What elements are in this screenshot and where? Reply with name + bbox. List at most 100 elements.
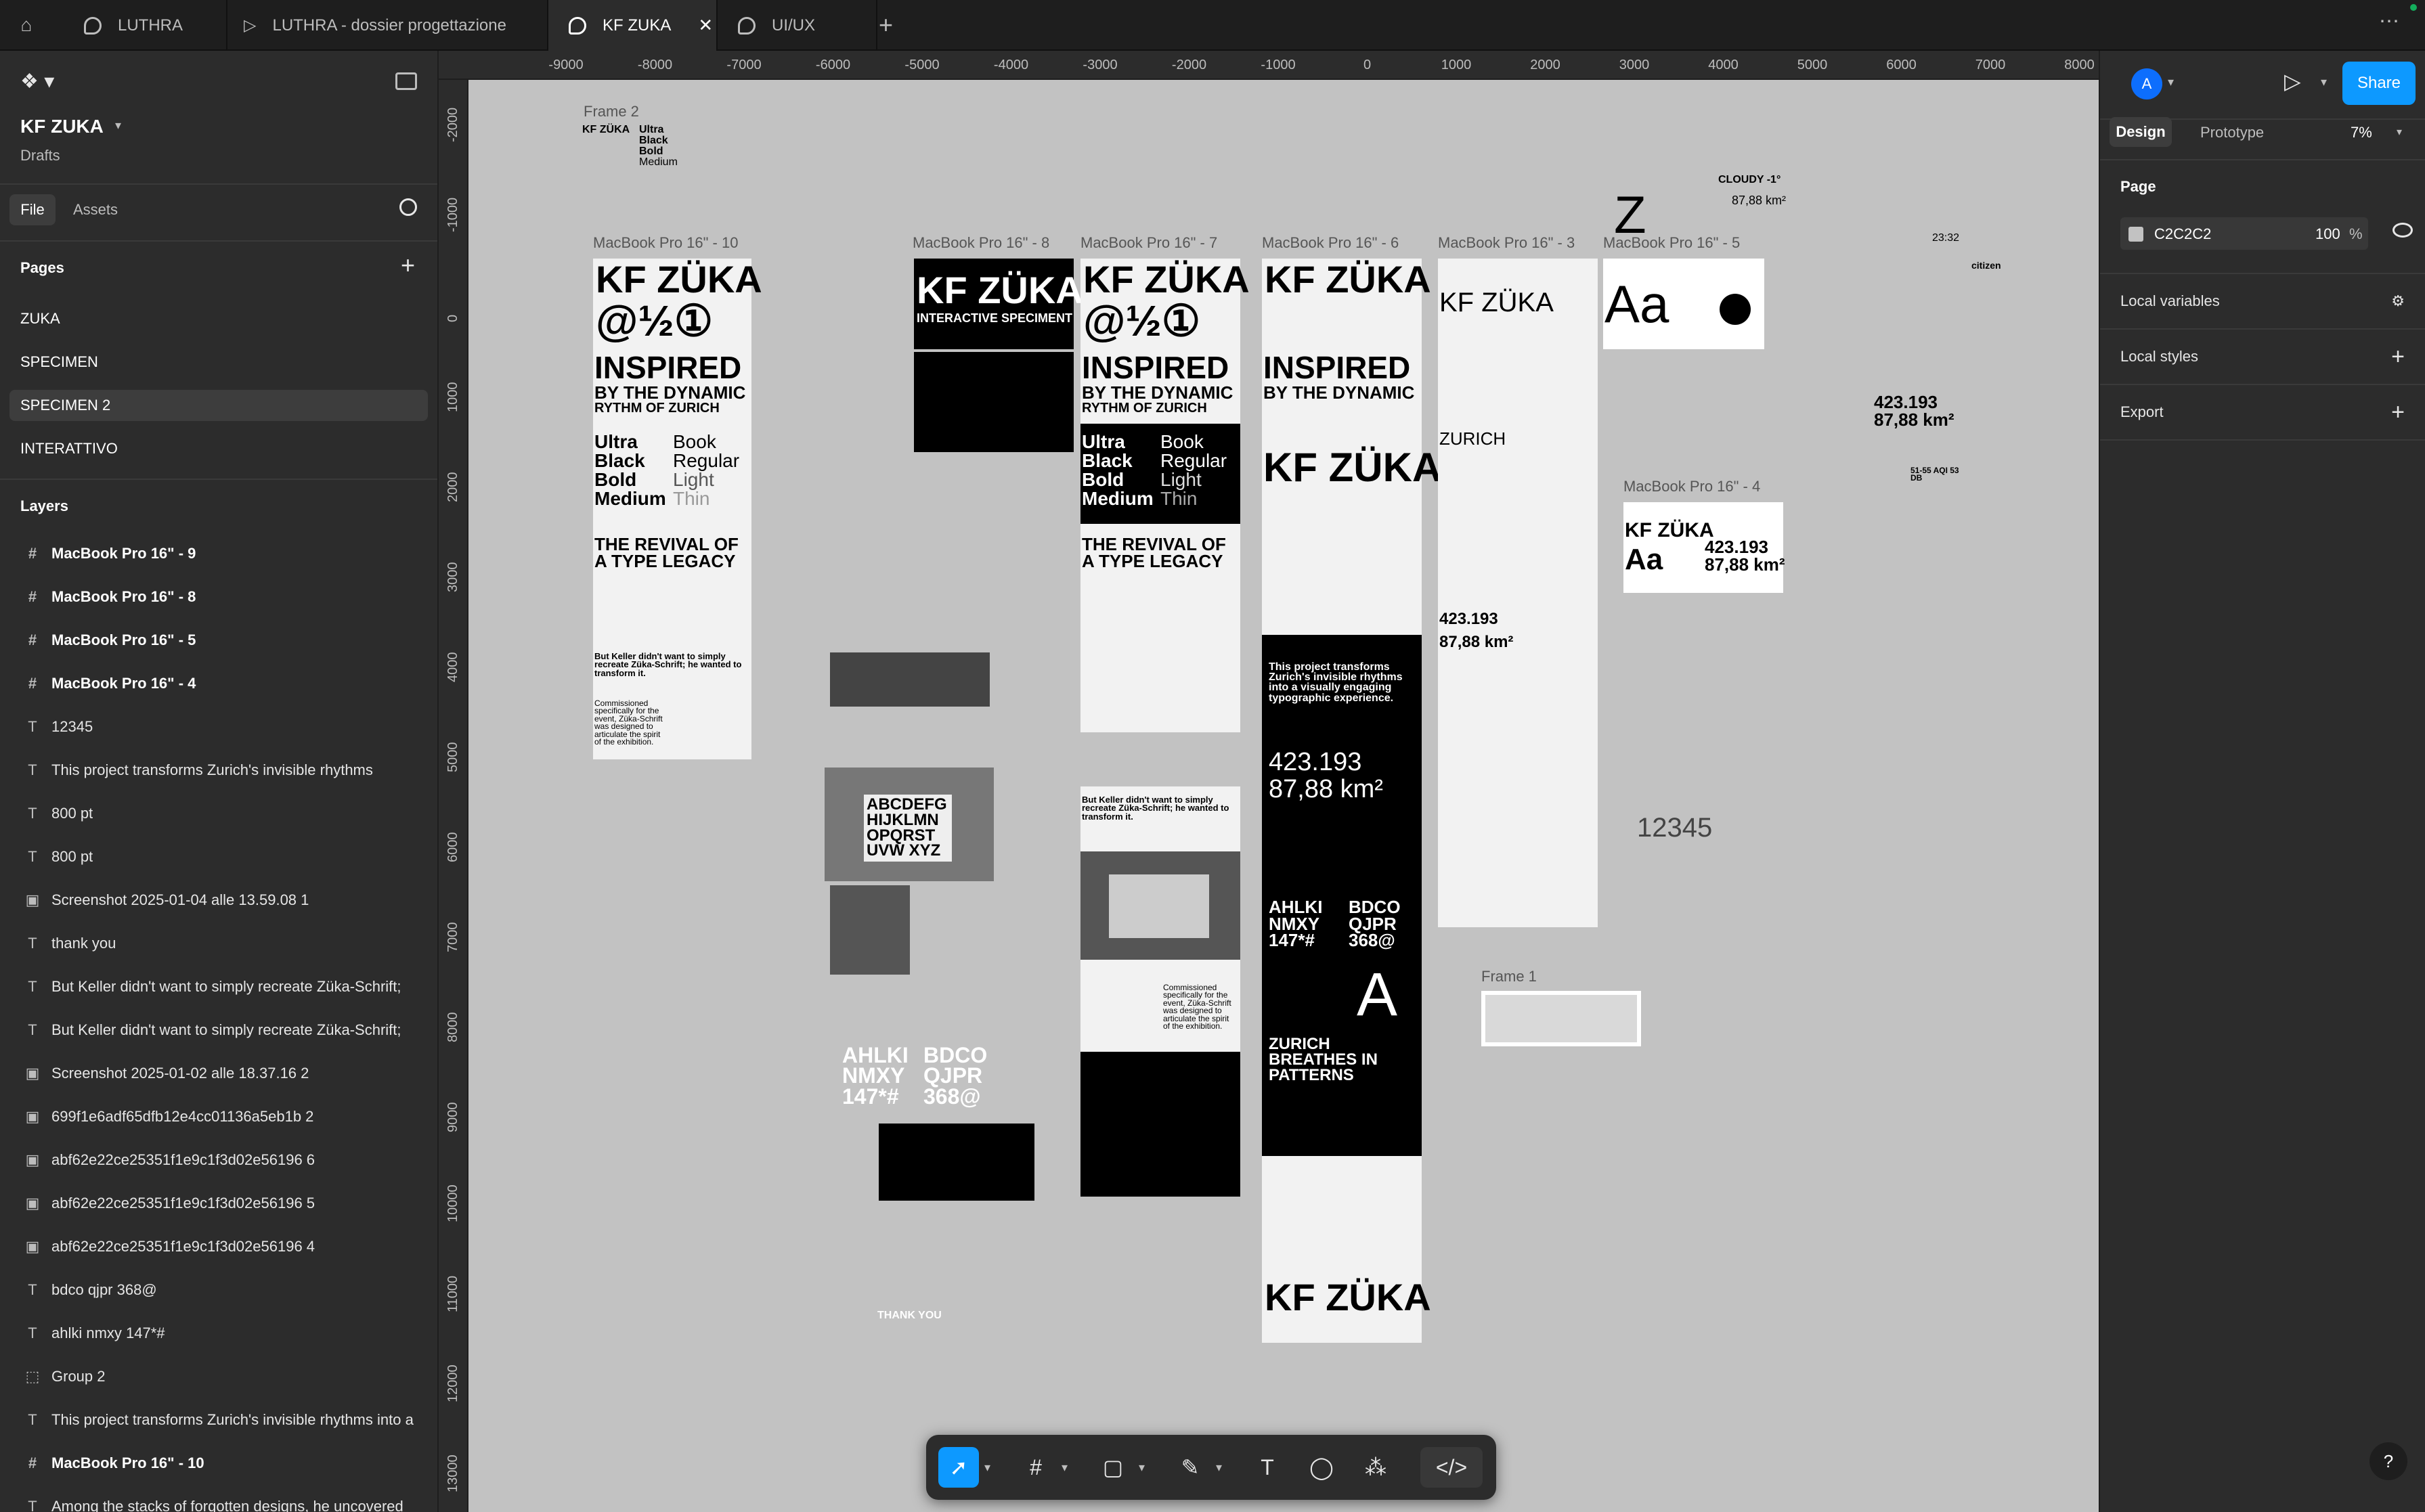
glyph-grid[interactable]	[879, 1124, 1034, 1201]
frame-label-frame-1[interactable]: Frame 1	[1481, 968, 1537, 985]
layer-item[interactable]: ▣ abf62e22ce25351f1e9c1f3d02e56196 5	[0, 1182, 437, 1225]
tab-design[interactable]: Design	[2110, 117, 2172, 147]
layer-item[interactable]: T This project transforms Zurich's invisi…	[0, 1398, 437, 1442]
chevron-down-icon[interactable]: ▾	[2397, 125, 2402, 139]
color-swatch[interactable]	[2128, 227, 2143, 242]
home-icon[interactable]: ⌂	[15, 14, 38, 37]
chevron-down-icon[interactable]: ▾	[1139, 1461, 1145, 1475]
chevron-down-icon[interactable]: ▾	[115, 118, 121, 133]
main-menu-icon[interactable]: ❖ ▾	[20, 70, 54, 93]
tab-kf-zuka[interactable]: KF ZUKA ✕	[548, 0, 718, 51]
layer-item[interactable]: ▣ abf62e22ce25351f1e9c1f3d02e56196 6	[0, 1138, 437, 1182]
zoom-select[interactable]: 7%	[2351, 124, 2372, 141]
rectangle-tool-icon[interactable]: ▢	[1093, 1447, 1133, 1488]
page-item[interactable]: SPECIMEN	[9, 347, 428, 378]
frame-macbook-7[interactable]: KF ZÜKA @½① INSPIRED BY THE DYNAMIC RYTH…	[1080, 259, 1250, 1197]
chevron-down-icon[interactable]: ▾	[1062, 1461, 1068, 1475]
layer-item[interactable]: # MacBook Pro 16" - 10	[0, 1442, 437, 1485]
export-row[interactable]: Export +	[2100, 385, 2425, 441]
new-tab-plus-icon[interactable]: +	[879, 11, 893, 39]
add-icon[interactable]: +	[2391, 399, 2405, 426]
share-button[interactable]: Share	[2342, 62, 2416, 105]
layer-item[interactable]: T But Keller didn't want to simply recrea…	[0, 1008, 437, 1052]
frame-macbook-10[interactable]: KF ZÜKA @½① INSPIRED BY THE DYNAMIC RYTH…	[593, 259, 762, 759]
subheading: BY THE DYNAMIC	[1082, 382, 1233, 403]
frame-macbook-6[interactable]: KF ZÜKA INSPIRED BY THE DYNAMIC KF ZÜKA …	[1262, 259, 1441, 1343]
file-name[interactable]: KF ZUKA	[20, 116, 104, 137]
chevron-down-icon[interactable]: ▾	[2168, 75, 2174, 89]
frame-2[interactable]: KF ZÜKA Ultra Black Bold Medium	[582, 124, 738, 208]
chevron-down-icon[interactable]: ▾	[2321, 75, 2327, 89]
layer-name: MacBook Pro 16" - 8	[51, 588, 196, 605]
pen-tool-icon[interactable]: ✎	[1170, 1447, 1210, 1488]
tab-prototype[interactable]: Prototype	[2200, 124, 2264, 141]
frame-tool-icon[interactable]: #	[1015, 1447, 1056, 1488]
frame-label-frame-2[interactable]: Frame 2	[584, 103, 639, 120]
layer-item[interactable]: T Among the stacks of forgotten designs, …	[0, 1485, 437, 1512]
layer-item[interactable]: T 800 pt	[0, 792, 437, 835]
layer-item[interactable]: ▣ 699f1e6adf65dfb12e4cc01136a5eb1b 2	[0, 1095, 437, 1138]
frame-1[interactable]	[1481, 991, 1641, 1046]
frame-label-macbook-7[interactable]: MacBook Pro 16" - 7	[1080, 234, 1217, 252]
frame-macbook-3[interactable]: KF ZÜKA ZURICH 423.193 87,88 km²	[1438, 259, 1598, 927]
dev-mode-icon[interactable]: </>	[1420, 1447, 1483, 1488]
search-icon[interactable]	[399, 198, 417, 216]
local-styles-row[interactable]: Local styles +	[2100, 330, 2425, 385]
text-tool-icon[interactable]: T	[1247, 1447, 1288, 1488]
local-variables-row[interactable]: Local variables ⚙	[2100, 274, 2425, 330]
frame-macbook-4[interactable]: KF ZÜKA Aa 423.193 87,88 km²	[1623, 502, 1785, 593]
page-color-field[interactable]: C2C2C2 100 %	[2120, 217, 2368, 250]
color-hex[interactable]: C2C2C2	[2154, 225, 2211, 243]
present-play-icon[interactable]: ▷	[2284, 68, 2301, 94]
canvas[interactable]: Frame 2 KF ZÜKA Ultra Black Bold Medium …	[468, 80, 2099, 1512]
move-tool-icon[interactable]: ➚	[938, 1447, 979, 1488]
page-item[interactable]: ZUKA	[9, 303, 428, 334]
layer-item[interactable]: T This project transforms Zurich's invisi…	[0, 749, 437, 792]
page-item[interactable]: INTERATTIVO	[9, 433, 428, 464]
page-item[interactable]: SPECIMEN 2	[9, 390, 428, 421]
layer-item[interactable]: Tahlki nmxy 147*#	[0, 1312, 437, 1355]
chevron-down-icon[interactable]: ▾	[1216, 1461, 1222, 1475]
frame-macbook-5[interactable]: Aa	[1603, 259, 1764, 349]
layer-item[interactable]: ⬚ Group 2	[0, 1355, 437, 1398]
photo-image[interactable]	[830, 885, 910, 975]
layer-item[interactable]: # MacBook Pro 16" - 8	[0, 575, 437, 619]
layer-item[interactable]: # MacBook Pro 16" - 5	[0, 619, 437, 662]
eye-icon[interactable]	[2393, 223, 2413, 238]
layer-item[interactable]: ▣ Screenshot 2025-01-02 alle 18.37.16 2	[0, 1052, 437, 1095]
comment-tool-icon[interactable]: ◯	[1301, 1447, 1342, 1488]
toggle-sidebar-icon[interactable]	[395, 72, 417, 90]
variables-icon[interactable]: ⚙	[2391, 292, 2405, 310]
layer-item[interactable]: Tbdco qjpr 368@	[0, 1268, 437, 1312]
frame-label-macbook-8[interactable]: MacBook Pro 16" - 8	[913, 234, 1049, 252]
layer-item[interactable]: # MacBook Pro 16" - 9	[0, 532, 437, 575]
tab-luthra-dossier[interactable]: ▷ LUTHRA - dossier progettazione	[227, 0, 548, 51]
frame-macbook-8[interactable]: KF ZÜKA INTERACTIVE SPECIMENT	[914, 259, 1083, 452]
frame-label-macbook-6[interactable]: MacBook Pro 16" - 6	[1262, 234, 1399, 252]
add-page-icon[interactable]: +	[401, 251, 415, 280]
tab-assets[interactable]: Assets	[73, 201, 118, 219]
opacity-value[interactable]: 100	[2315, 225, 2340, 243]
actions-tool-icon[interactable]: ⁂	[1355, 1447, 1396, 1488]
abc-image[interactable]: ABCDEFG HIJKLMN OPQRST UVW XYZ	[825, 768, 994, 881]
chevron-down-icon[interactable]: ▾	[984, 1461, 990, 1475]
tab-luthra[interactable]: LUTHRA	[54, 0, 227, 51]
tab-file[interactable]: File	[9, 194, 56, 225]
layer-item[interactable]: T 12345	[0, 705, 437, 749]
layer-item[interactable]: ▣ abf62e22ce25351f1e9c1f3d02e56196 4	[0, 1225, 437, 1268]
layer-item[interactable]: T But Keller didn't want to simply recrea…	[0, 965, 437, 1008]
more-menu-icon[interactable]: ⋯	[2379, 9, 2399, 33]
frame-label-macbook-10[interactable]: MacBook Pro 16" - 10	[593, 234, 738, 252]
screenshot-image[interactable]	[830, 652, 990, 707]
avatar[interactable]: A	[2131, 68, 2162, 99]
layer-item[interactable]: Tthank you	[0, 922, 437, 965]
tab-uiux[interactable]: UI/UX	[718, 0, 877, 51]
frame-label-macbook-4[interactable]: MacBook Pro 16" - 4	[1623, 478, 1760, 495]
add-icon[interactable]: +	[2391, 344, 2405, 370]
frame-label-macbook-3[interactable]: MacBook Pro 16" - 3	[1438, 234, 1575, 252]
close-icon[interactable]: ✕	[698, 15, 713, 36]
layer-item[interactable]: # MacBook Pro 16" - 4	[0, 662, 437, 705]
layer-item[interactable]: ▣ Screenshot 2025-01-04 alle 13.59.08 1	[0, 879, 437, 922]
layer-item[interactable]: T 800 pt	[0, 835, 437, 879]
help-icon[interactable]: ?	[2369, 1442, 2407, 1480]
